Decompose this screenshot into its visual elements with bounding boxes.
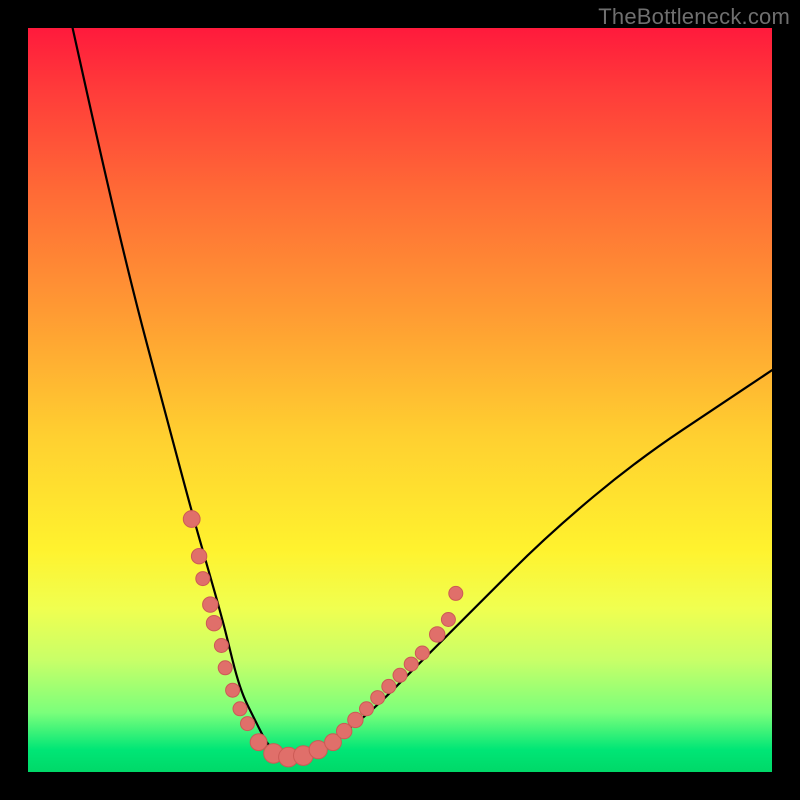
plot-area — [28, 28, 772, 772]
data-marker — [382, 679, 396, 693]
data-marker — [183, 511, 200, 528]
data-marker — [241, 717, 255, 731]
outer-frame: TheBottleneck.com — [0, 0, 800, 800]
data-marker — [203, 597, 218, 612]
data-marker — [393, 668, 407, 682]
data-marker — [218, 661, 232, 675]
data-marker — [206, 616, 221, 631]
data-marker — [360, 702, 374, 716]
data-marker — [371, 691, 385, 705]
data-marker — [449, 586, 463, 600]
data-marker — [348, 712, 363, 727]
data-marker — [404, 657, 418, 671]
data-marker — [226, 683, 240, 697]
data-marker — [430, 627, 445, 642]
data-marker — [337, 723, 352, 738]
data-marker — [191, 549, 206, 564]
curve-markers — [183, 511, 463, 767]
data-marker — [214, 639, 228, 653]
curve-layer — [28, 28, 772, 772]
data-marker — [415, 646, 429, 660]
data-marker — [250, 734, 267, 751]
data-marker — [196, 572, 210, 586]
data-marker — [441, 613, 455, 627]
data-marker — [233, 702, 247, 716]
watermark-text: TheBottleneck.com — [598, 4, 790, 30]
